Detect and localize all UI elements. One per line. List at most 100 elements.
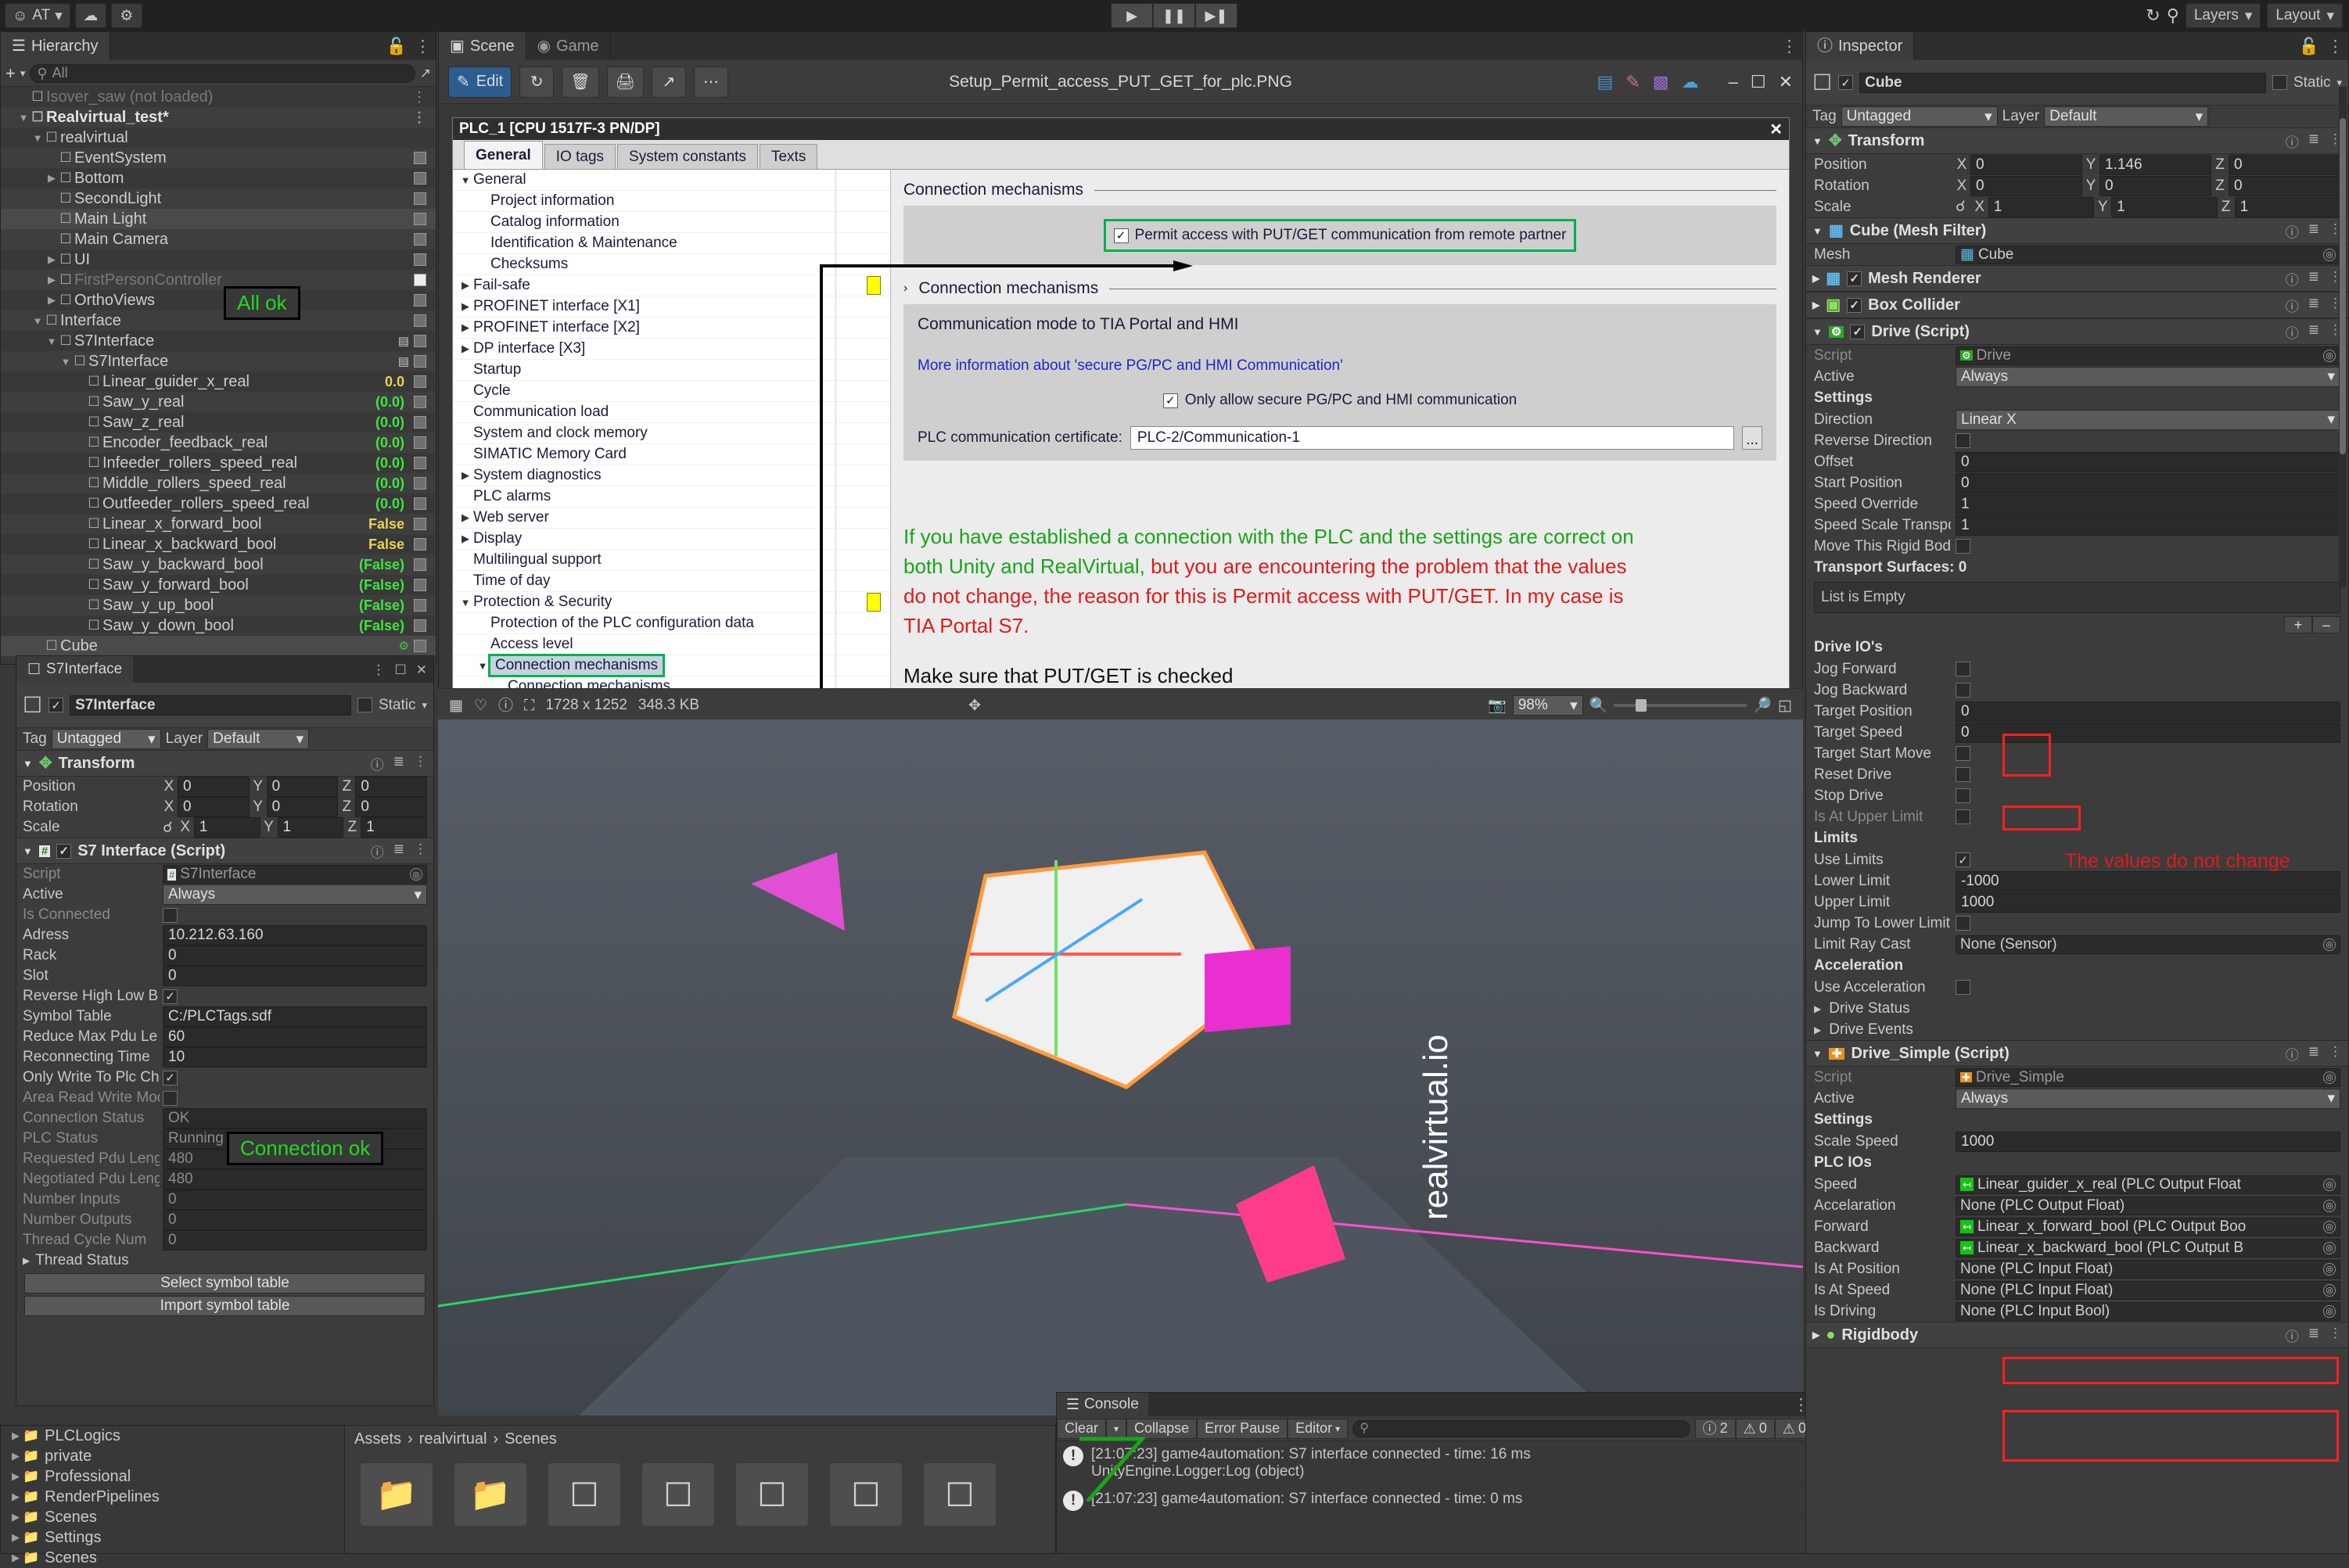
drive-io-field[interactable]: 0	[1956, 722, 2340, 743]
drive-limit-checkbox[interactable]: ✓	[1956, 852, 1970, 867]
hierarchy-item[interactable]: ▼ ☐ Realvirtual_test* ⋮	[1, 107, 436, 127]
s7-property-field[interactable]: 0	[163, 966, 427, 986]
tia-tree-item[interactable]: ▼ Protection & Security	[453, 592, 890, 613]
expand-triangle-icon[interactable]: ▶	[458, 321, 473, 334]
hierarchy-item-checkbox[interactable]	[414, 538, 426, 551]
expand-triangle-icon[interactable]: ▶	[10, 1531, 21, 1544]
collapse-triangle-icon[interactable]: ▼	[23, 759, 33, 769]
expand-icon[interactable]: ◱	[1778, 698, 1792, 713]
maximize-icon[interactable]: ☐	[395, 663, 407, 676]
s7-rotation-x[interactable]: 0	[178, 797, 250, 817]
s7-thread-status-row[interactable]: ▶ Thread Status	[16, 1250, 433, 1271]
hierarchy-item-checkbox[interactable]	[414, 355, 426, 368]
hierarchy-item-checkbox[interactable]	[414, 294, 426, 307]
cube-scale-x[interactable]: 1	[1988, 196, 2095, 217]
cube-static-checkbox[interactable]	[2272, 75, 2287, 90]
cloud-button[interactable]: ☁	[74, 3, 106, 28]
hierarchy-item[interactable]: ▼ ☐ S7Interface ▤	[1, 351, 436, 371]
tab-console[interactable]: ☰ Console	[1057, 1393, 1148, 1416]
s7-property-field[interactable]: 60	[163, 1027, 427, 1047]
box-collider-checkbox[interactable]: ✓	[1847, 297, 1862, 313]
expand-triangle-icon[interactable]: ▼	[475, 660, 490, 672]
pause-button[interactable]: ❚❚	[1153, 3, 1195, 28]
more-icon[interactable]: ⋮	[2329, 1044, 2342, 1064]
s7-property-checkbox[interactable]: ✓	[163, 1070, 178, 1085]
import-symbol-table-button[interactable]: Import symbol table	[24, 1296, 426, 1316]
error-pause-button[interactable]: Error Pause	[1197, 1418, 1288, 1439]
hierarchy-item-checkbox[interactable]	[414, 253, 426, 266]
hierarchy-item-checkbox[interactable]	[414, 619, 426, 632]
search-icon[interactable]: ⚲	[2167, 7, 2179, 24]
cube-position-y[interactable]: 1.146	[2099, 154, 2211, 175]
object-picker-icon[interactable]: ◎	[2323, 1304, 2336, 1318]
hierarchy-item[interactable]: ☐ Saw_y_backward_bool (False)	[1, 554, 436, 575]
expand-triangle-icon[interactable]: ▶	[1814, 1025, 1821, 1035]
fit-icon[interactable]: ✥	[968, 698, 981, 713]
expand-triangle-icon[interactable]: ▶	[458, 469, 473, 482]
breadcrumb-assets[interactable]: Assets	[354, 1430, 401, 1448]
hierarchy-item[interactable]: ☐ Cube ⚙	[1, 636, 436, 656]
cube-scale-z[interactable]: 1	[2234, 196, 2340, 217]
hierarchy-item[interactable]: ☐ Saw_z_real (0.0)	[1, 412, 436, 432]
more-button[interactable]: ⋯	[694, 66, 729, 98]
mesh-renderer-checkbox[interactable]: ✓	[1847, 271, 1862, 286]
s7-tag-dropdown[interactable]: Untagged ▾	[51, 729, 161, 749]
more-icon[interactable]: ⋮	[2329, 1326, 2342, 1345]
hierarchy-item-checkbox[interactable]	[414, 416, 426, 429]
tia-tree-item[interactable]: Time of day	[453, 571, 890, 592]
putget-checkbox-row[interactable]: ✓ Permit access with PUT/GET communicati…	[1103, 219, 1577, 252]
hierarchy-item[interactable]: ☐ Linear_guider_x_real 0.0	[1, 371, 436, 392]
hierarchy-item[interactable]: ☐ Saw_y_real (0.0)	[1, 392, 436, 412]
s7-property-checkbox[interactable]	[163, 907, 178, 923]
hierarchy-item-checkbox[interactable]	[414, 375, 426, 388]
hierarchy-item[interactable]: ☐ Linear_x_forward_bool False	[1, 514, 436, 534]
hierarchy-item-checkbox[interactable]	[414, 335, 426, 347]
hierarchy-item[interactable]: ☐ EventSystem	[1, 148, 436, 168]
s7-scale-y[interactable]: 1	[277, 817, 344, 838]
s7-transform-header[interactable]: ▼ ✥ Transform ⓘ ≣ ⋮	[16, 750, 433, 777]
breadcrumb-scenes[interactable]: Scenes	[505, 1430, 557, 1448]
object-picker-icon[interactable]: ◎	[2323, 938, 2336, 951]
drive-events-row[interactable]: ▶ Drive Events	[1806, 1019, 2348, 1040]
hierarchy-item[interactable]: ☐ Linear_x_backward_bool False	[1, 534, 436, 554]
hierarchy-item[interactable]: ▼ ☐ realvirtual	[1, 127, 436, 148]
layers-icon[interactable]: ▩	[1653, 73, 1669, 91]
help-icon[interactable]: ⓘ	[371, 841, 384, 861]
plc-io-objectfield[interactable]: None (PLC Input Float) ◎	[1956, 1259, 2340, 1279]
secure-comm-checkbox[interactable]: ✓	[1162, 393, 1178, 408]
zoom-slider[interactable]	[1614, 699, 1747, 712]
cube-position-x[interactable]: 0	[1970, 154, 2082, 175]
plc-io-objectfield[interactable]: None (PLC Output Float) ◎	[1956, 1196, 2340, 1215]
tia-tree-item[interactable]: PLC alarms	[453, 486, 890, 508]
chevron-down-icon[interactable]: ▾	[20, 68, 26, 78]
collapse-triangle-icon[interactable]: ▼	[1812, 327, 1823, 337]
hierarchy-item[interactable]: ☐ SecondLight	[1, 188, 436, 209]
drive-setting-checkbox[interactable]	[1956, 539, 1970, 554]
expand-triangle-icon[interactable]: ▼	[458, 597, 473, 608]
tia-tree-item[interactable]: Checksums	[453, 254, 890, 275]
step-button[interactable]: ▶❚	[1195, 3, 1237, 28]
plc-io-objectfield[interactable]: ↤ Linear_x_backward_bool (PLC Output B ◎	[1956, 1238, 2340, 1258]
project-tree-item[interactable]: ▶ 📁 private	[1, 1446, 367, 1466]
tia-tree-item[interactable]: Protection of the PLC configuration data	[453, 613, 890, 634]
drive-setting-field[interactable]: 1	[1956, 493, 2340, 515]
drive-simple-active-dropdown[interactable]: Always ▾	[1956, 1088, 2340, 1109]
zoom-out-icon[interactable]: 🔍	[1589, 698, 1608, 713]
tia-tree-item[interactable]: Cycle	[453, 381, 890, 402]
more-icon[interactable]: ⋮	[412, 89, 426, 106]
tia-tab-system-constants[interactable]: System constants	[617, 144, 758, 169]
tia-tree-item[interactable]: Communication load	[453, 402, 890, 423]
drive-io-checkbox[interactable]	[1956, 788, 1970, 803]
project-tree-item[interactable]: ▶ 📁 Professional	[1, 1466, 367, 1487]
preset-icon[interactable]: ≣	[2308, 221, 2319, 241]
play-button[interactable]: ▶	[1111, 3, 1153, 28]
secure-comm-row[interactable]: ✓ Only allow secure PG/PC and HMI commun…	[918, 392, 1762, 409]
collapse-button[interactable]: Collapse	[1126, 1418, 1198, 1439]
drive-setting-field[interactable]: 0	[1956, 472, 2340, 493]
help-icon[interactable]: ⓘ	[2286, 131, 2299, 151]
hierarchy-item-checkbox[interactable]	[414, 579, 426, 591]
tia-tab-io-tags[interactable]: IO tags	[544, 144, 616, 169]
tab-game[interactable]: ◉ Game	[526, 32, 611, 60]
drive-limit-field[interactable]: 1000	[1956, 892, 2340, 913]
tia-tree-item[interactable]: System and clock memory	[453, 423, 890, 444]
